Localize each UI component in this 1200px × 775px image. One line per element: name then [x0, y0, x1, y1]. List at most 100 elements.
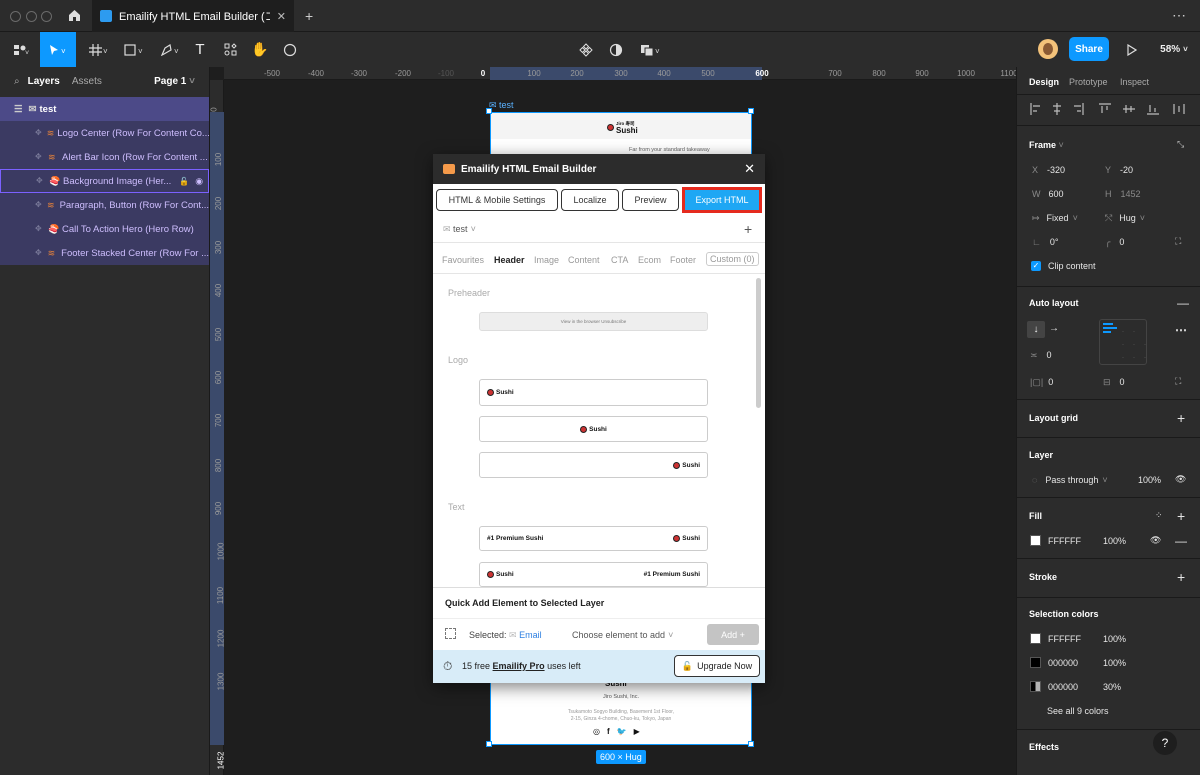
avatar[interactable]: [1038, 39, 1058, 59]
category-tab[interactable]: Custom (0): [706, 252, 759, 266]
localize-button[interactable]: Localize: [561, 189, 619, 211]
html-mobile-settings-button[interactable]: HTML & Mobile Settings: [436, 189, 558, 211]
zoom-menu[interactable]: 58% ˅: [1156, 32, 1192, 67]
add-layout-grid-icon[interactable]: +: [1177, 410, 1185, 426]
more-menu-icon[interactable]: ⋯: [1172, 7, 1186, 24]
layer-row[interactable]: ✥ ≋ Logo Center (Row For Content Co...: [0, 121, 209, 145]
window-zoom-button[interactable]: [41, 11, 52, 22]
selection-color-swatch[interactable]: [1030, 633, 1041, 644]
logo-text-element[interactable]: Sushi #1 Premium Sushi: [479, 562, 708, 587]
vertical-padding-field[interactable]: ⊟ 0: [1103, 377, 1125, 388]
remove-fill-icon[interactable]: —: [1175, 534, 1187, 548]
help-button[interactable]: ?: [1153, 731, 1177, 755]
blend-mode[interactable]: ◌ Pass through ˅: [1032, 475, 1108, 485]
layer-row-root[interactable]: ☰ ✉ test: [0, 97, 209, 121]
tab-design[interactable]: Design: [1029, 77, 1059, 87]
x-field[interactable]: X -320: [1032, 165, 1065, 175]
file-tab[interactable]: Emailify HTML Email Builder (コミュニテ ✕: [92, 0, 294, 32]
fill-styles-icon[interactable]: ⁘: [1155, 510, 1163, 521]
category-tab[interactable]: Header: [494, 255, 525, 265]
pen-tool-icon[interactable]: ˅: [156, 32, 184, 67]
selection-color-opacity[interactable]: 100%: [1103, 634, 1126, 644]
selection-color-hex[interactable]: 000000: [1048, 658, 1078, 668]
layer-row[interactable]: ✥ ≋ Paragraph, Button (Row For Cont...: [0, 193, 209, 217]
search-icon[interactable]: ⌕: [14, 76, 20, 87]
preheader-element[interactable]: View in the browser Unsubscribe: [479, 312, 708, 331]
resources-icon[interactable]: [220, 32, 240, 67]
alignment-grid[interactable]: ·· ··· ···: [1099, 319, 1147, 365]
comment-tool-icon[interactable]: [280, 32, 300, 67]
page-selector[interactable]: Page 1 ˅: [154, 76, 195, 87]
spacing-field[interactable]: ≍ 0: [1030, 350, 1052, 361]
eye-icon[interactable]: 👁: [1150, 535, 1161, 546]
youtube-icon[interactable]: ▶: [634, 727, 640, 736]
preview-button[interactable]: Preview: [622, 189, 679, 211]
tab-layers[interactable]: Layers: [28, 76, 60, 87]
main-menu-icon[interactable]: ˅: [8, 32, 34, 67]
present-icon[interactable]: [1124, 32, 1140, 67]
add-stroke-icon[interactable]: +: [1177, 569, 1185, 585]
layer-row[interactable]: ✥ ≋ Footer Stacked Center (Row For ...: [0, 241, 209, 265]
category-tab[interactable]: Image: [534, 255, 559, 265]
direction-vertical-icon[interactable]: ↓: [1027, 321, 1045, 338]
add-fill-icon[interactable]: +: [1177, 508, 1185, 524]
h-field[interactable]: H 1452: [1105, 189, 1141, 199]
tab-assets[interactable]: Assets: [72, 76, 102, 87]
emailify-pro-link[interactable]: Emailify Pro: [493, 661, 545, 671]
close-icon[interactable]: ✕: [744, 161, 755, 177]
upgrade-now-button[interactable]: 🔓 Upgrade Now: [674, 655, 760, 677]
export-html-button[interactable]: Export HTML: [682, 187, 762, 213]
frame-label[interactable]: ✉ test: [489, 100, 514, 111]
logo-center-element[interactable]: Sushi: [479, 416, 708, 442]
resize-to-fit-icon[interactable]: ⤡: [1177, 139, 1184, 150]
home-icon[interactable]: [68, 9, 81, 22]
add-button[interactable]: Add +: [707, 624, 759, 645]
move-tool-icon[interactable]: ˅: [40, 32, 76, 67]
resize-handle[interactable]: [748, 108, 754, 114]
add-email-icon[interactable]: +: [744, 221, 752, 237]
category-tab[interactable]: Ecom: [638, 255, 661, 265]
resize-handle[interactable]: [748, 741, 754, 747]
layer-opacity[interactable]: 100%: [1138, 475, 1161, 485]
rotation-field[interactable]: ∟ 0°: [1032, 237, 1058, 247]
fill-hex[interactable]: FFFFFF: [1048, 536, 1081, 546]
facebook-icon[interactable]: f: [607, 727, 610, 736]
component-icon[interactable]: [576, 32, 596, 67]
text-logo-element[interactable]: #1 Premium Sushi Sushi: [479, 526, 708, 551]
width-mode[interactable]: ↦ Fixed ˅: [1032, 213, 1078, 224]
new-tab-button[interactable]: +: [305, 8, 313, 24]
selection-color-hex[interactable]: FFFFFF: [1048, 634, 1081, 644]
fill-swatch[interactable]: [1030, 535, 1041, 546]
selection-color-swatch[interactable]: [1030, 681, 1041, 692]
category-tab[interactable]: Footer: [670, 255, 696, 265]
y-field[interactable]: Y -20: [1105, 165, 1133, 175]
twitter-icon[interactable]: 🐦: [617, 727, 627, 736]
hand-tool-icon[interactable]: ✋: [250, 32, 270, 67]
selection-color-swatch[interactable]: [1030, 657, 1041, 668]
close-tab-icon[interactable]: ✕: [277, 10, 286, 23]
w-field[interactable]: W 600: [1032, 189, 1064, 199]
independent-corners-icon[interactable]: ⛶: [1175, 236, 1181, 247]
mask-icon[interactable]: [606, 32, 626, 67]
auto-layout-more-icon[interactable]: ⋯: [1175, 323, 1187, 337]
instagram-icon[interactable]: ◎: [593, 727, 600, 736]
individual-padding-icon[interactable]: ⛶: [1175, 376, 1181, 387]
text-tool-icon[interactable]: T: [190, 32, 210, 67]
fill-opacity[interactable]: 100%: [1103, 536, 1126, 546]
layer-row[interactable]: ✥ 🍣 Call To Action Hero (Hero Row): [0, 217, 209, 241]
tab-inspect[interactable]: Inspect: [1120, 77, 1149, 87]
tab-prototype[interactable]: Prototype: [1069, 77, 1108, 87]
window-close-button[interactable]: [10, 11, 21, 22]
selection-color-opacity[interactable]: 30%: [1103, 682, 1121, 692]
logo-left-element[interactable]: Sushi: [479, 379, 708, 406]
element-dropdown[interactable]: Choose element to add ˅: [572, 630, 673, 640]
unlock-icon[interactable]: 🔓: [179, 177, 189, 186]
frame-tool-icon[interactable]: ˅: [84, 32, 114, 67]
shape-tool-icon[interactable]: ˅: [120, 32, 148, 67]
selection-color-hex[interactable]: 000000: [1048, 682, 1078, 692]
remove-auto-layout-icon[interactable]: —: [1177, 296, 1189, 310]
frame-section-title[interactable]: Frame ˅: [1029, 140, 1064, 150]
scrollbar[interactable]: [756, 278, 761, 408]
eye-icon[interactable]: ◉: [195, 176, 203, 187]
see-all-colors-link[interactable]: See all 9 colors: [1047, 706, 1109, 716]
